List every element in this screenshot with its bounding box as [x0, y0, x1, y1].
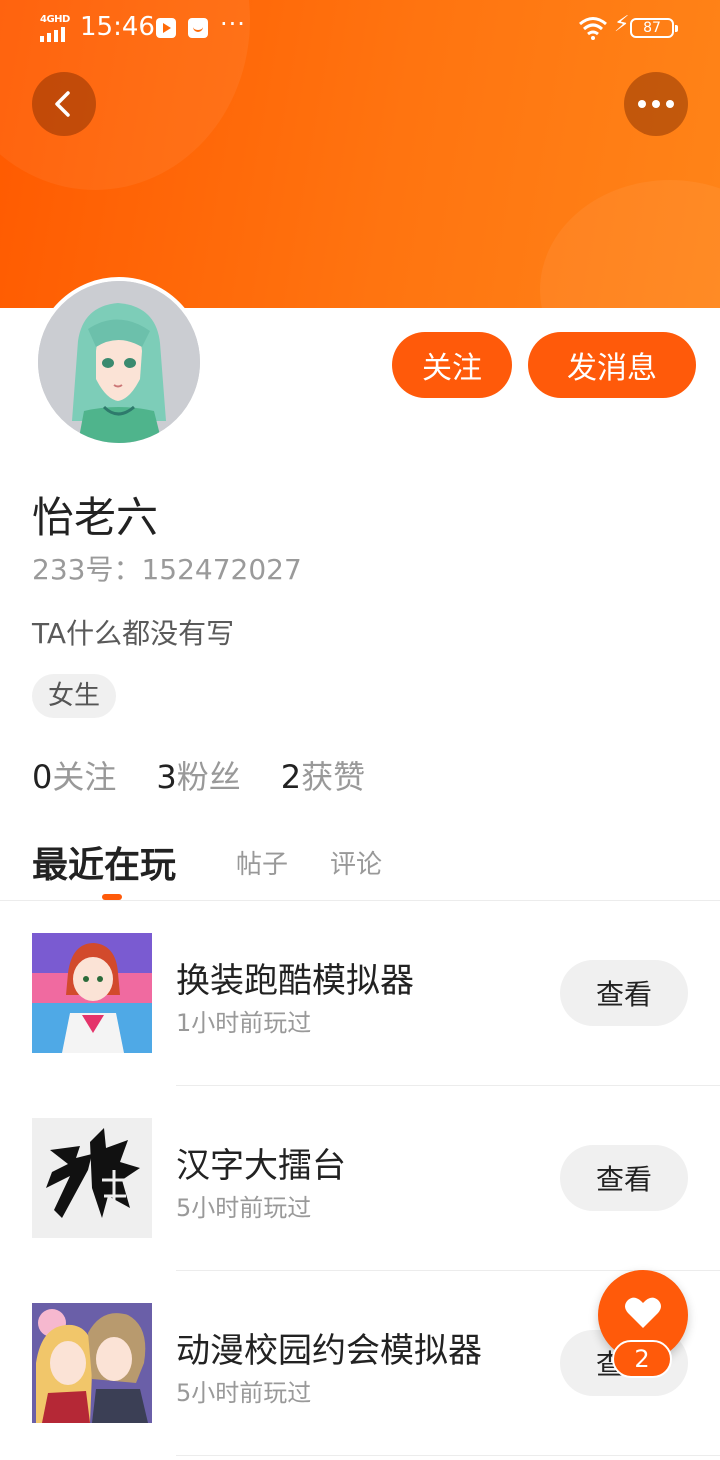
back-button[interactable] — [32, 72, 96, 136]
video-app-icon — [156, 18, 176, 38]
list-item[interactable]: 换装跑酷模拟器 1小时前玩过 查看 — [0, 901, 720, 1086]
game-title: 动漫校园约会模拟器 — [176, 1331, 482, 1371]
divider — [176, 1455, 720, 1456]
battery-level: 87 — [643, 20, 661, 36]
stat-label: 获赞 — [301, 758, 366, 796]
gender-tag: 女生 — [32, 674, 117, 718]
profile-name: 怡老六 — [32, 493, 159, 542]
tab-recently-played[interactable]: 最近在玩 — [32, 836, 176, 888]
game-title: 汉字大擂台 — [176, 1146, 346, 1186]
game-last-played: 5小时前玩过 — [176, 1379, 312, 1407]
like-count-badge: 2 — [612, 1340, 672, 1378]
signal-icon: 4GHD — [40, 14, 72, 42]
stat-number: 0 — [32, 758, 53, 796]
decorative-blob — [540, 180, 720, 308]
game-last-played: 1小时前玩过 — [176, 1009, 312, 1037]
game-last-played: 5小时前玩过 — [176, 1194, 312, 1222]
status-bar: 4GHD 15:46 ··· ⚡ 87 — [0, 10, 720, 46]
battery-icon: 87 — [630, 18, 678, 38]
more-notifications-icon: ··· — [220, 10, 246, 38]
store-app-icon — [188, 18, 208, 38]
avatar-image — [38, 281, 200, 443]
more-dots-icon — [638, 100, 674, 108]
stat-number: 3 — [156, 758, 177, 796]
status-time: 15:46 — [80, 12, 155, 42]
follow-button[interactable]: 关注 — [392, 332, 512, 398]
stat-label: 关注 — [52, 758, 117, 796]
stat-likes[interactable]: 2获赞 — [281, 752, 365, 798]
list-item[interactable]: 汉字大擂台 5小时前玩过 查看 — [0, 1086, 720, 1271]
network-type: 4GHD — [40, 14, 70, 25]
user-id: 233号：152472027 — [32, 553, 302, 586]
game-thumbnail — [32, 1303, 152, 1423]
profile-tabs: 最近在玩 帖子 评论 — [0, 832, 720, 900]
stat-number: 2 — [280, 758, 302, 796]
stat-label: 粉丝 — [176, 758, 241, 796]
stat-following[interactable]: 0关注 — [32, 752, 116, 798]
profile-bio: TA什么都没有写 — [32, 617, 235, 650]
profile-stats: 0关注 3粉丝 2获赞 — [32, 752, 405, 798]
avatar[interactable] — [34, 277, 204, 447]
game-thumbnail — [32, 933, 152, 1053]
wifi-icon — [579, 17, 607, 40]
view-button[interactable]: 查看 — [560, 1145, 688, 1211]
stat-fans[interactable]: 3粉丝 — [156, 752, 240, 798]
tab-comments[interactable]: 评论 — [330, 844, 382, 881]
send-message-button[interactable]: 发消息 — [528, 332, 696, 398]
charging-icon: ⚡ — [614, 12, 630, 37]
more-options-button[interactable] — [624, 72, 688, 136]
game-thumbnail — [32, 1118, 152, 1238]
profile-header-banner: 4GHD 15:46 ··· ⚡ 87 — [0, 0, 720, 308]
tab-posts[interactable]: 帖子 — [236, 844, 288, 881]
game-title: 换装跑酷模拟器 — [176, 961, 414, 1001]
chevron-left-icon — [55, 91, 70, 117]
view-button[interactable]: 查看 — [560, 960, 688, 1026]
